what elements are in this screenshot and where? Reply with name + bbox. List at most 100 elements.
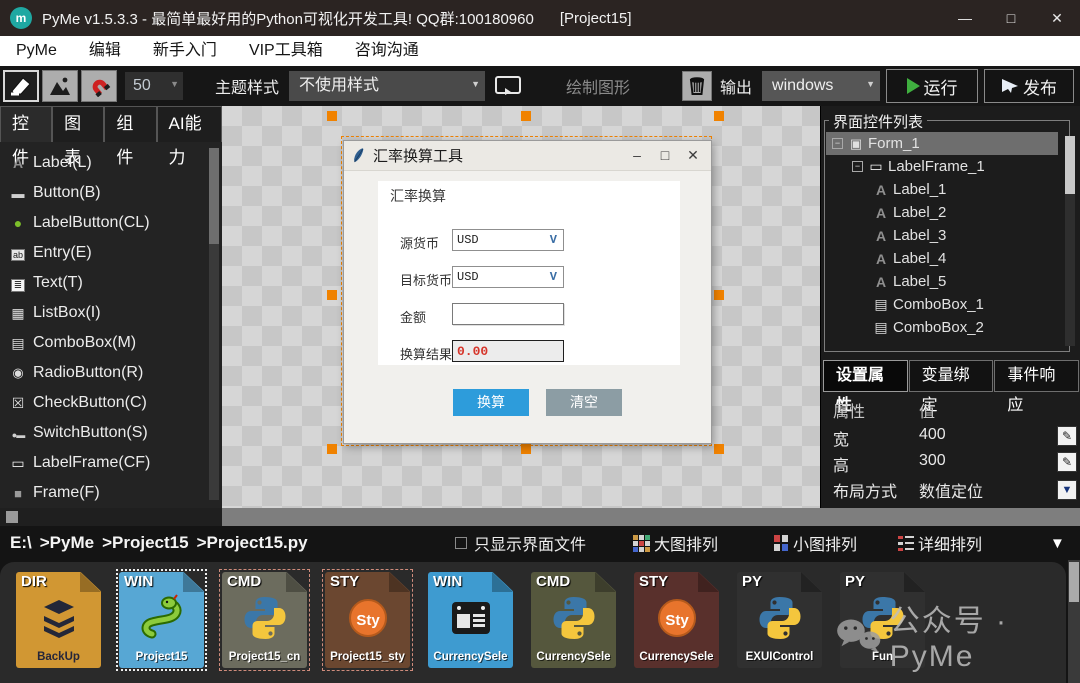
file-tile-Project15_sty[interactable]: STYProject15_sty <box>325 572 410 668</box>
widget-item-text[interactable]: Text(T) <box>0 268 206 298</box>
label-icon <box>872 182 890 198</box>
selection-handle[interactable] <box>714 290 724 300</box>
publish-button[interactable]: 发布 <box>984 69 1074 103</box>
sidebar-scrollbar[interactable] <box>209 148 219 500</box>
menu-item-咨询沟通[interactable]: 咨询沟通 <box>339 36 435 66</box>
preview-button[interactable] <box>488 70 528 102</box>
tree-expand-toggle[interactable]: − <box>852 161 863 172</box>
file-tile-label: BackUp <box>18 651 99 663</box>
tree-node-ComboBox_1[interactable]: ComboBox_1 <box>826 293 1058 316</box>
edit-height-button[interactable]: ✎ <box>1057 452 1077 472</box>
dialog-close-button[interactable]: ✕ <box>679 147 707 164</box>
design-canvas[interactable]: 汇率换算工具 – □ ✕ 汇率换算 源货币 USDV 目标货币 <box>222 106 820 508</box>
platform-combobox[interactable]: windows▼ <box>762 71 880 101</box>
widget-item-button[interactable]: Button(B) <box>0 178 206 208</box>
file-tile-Project15[interactable]: WINProject15 <box>119 572 204 668</box>
run-button[interactable]: 运行 <box>886 69 978 103</box>
minimize-button[interactable]: — <box>942 0 988 36</box>
package-icon <box>688 76 706 96</box>
spinner-arrow-icon[interactable]: ▼ <box>170 70 179 98</box>
file-tile-CurrencySele[interactable]: STYCurrencySele <box>634 572 719 668</box>
clear-button[interactable]: 清空 <box>546 389 622 416</box>
menu-item-编辑[interactable]: 编辑 <box>73 36 137 66</box>
selection-handle[interactable] <box>521 444 531 454</box>
canvas-hscrollbar[interactable] <box>222 508 1080 526</box>
image-button[interactable] <box>42 70 78 102</box>
target-currency-label: 目标货币 <box>400 270 452 289</box>
prop-tab-变量绑定[interactable]: 变量绑定 <box>909 360 994 392</box>
dialog-maximize-button[interactable]: □ <box>651 147 679 164</box>
selection-handle[interactable] <box>714 444 724 454</box>
menu-item-新手入门[interactable]: 新手入门 <box>137 36 233 66</box>
sidebar-tab-AI能力[interactable]: AI能力 <box>157 106 222 142</box>
grid-size-spinner[interactable]: 50▼ <box>125 72 183 100</box>
menu-item-VIP工具箱[interactable]: VIP工具箱 <box>233 36 339 66</box>
selection-handle[interactable] <box>714 111 724 121</box>
selection-handle[interactable] <box>327 111 337 121</box>
edit-width-button[interactable]: ✎ <box>1057 426 1077 446</box>
widget-item-labelframe[interactable]: LabelFrame(CF) <box>0 448 206 478</box>
theme-style-combobox[interactable]: 不使用样式▼ <box>289 71 485 101</box>
layout-dropdown-button[interactable]: ▼ <box>1057 480 1077 500</box>
file-tile-CurrencySele[interactable]: WINCurrencySele <box>428 572 513 668</box>
widget-item-label: Label(L) <box>33 154 92 172</box>
widget-item-label: RadioButton(R) <box>33 364 143 382</box>
tree-node-LabelFrame_1[interactable]: −LabelFrame_1 <box>826 155 1058 178</box>
tree-node-Label_5[interactable]: Label_5 <box>826 270 1058 293</box>
theme-style-value: 不使用样式 <box>299 77 379 94</box>
collapse-caret-icon[interactable]: ▼ <box>1050 526 1065 560</box>
draw-shape-label[interactable]: 绘制图形 <box>566 74 630 98</box>
close-button[interactable]: ✕ <box>1034 0 1080 36</box>
widget-item-check[interactable]: CheckButton(C) <box>0 388 206 418</box>
tree-node-Label_3[interactable]: Label_3 <box>826 224 1058 247</box>
breadcrumb-segment[interactable]: >Project15.py <box>197 533 308 553</box>
file-tile-CurrencySele[interactable]: CMDCurrencySele <box>531 572 616 668</box>
widget-item-listbox[interactable]: ListBox(I) <box>0 298 206 328</box>
widget-item-entry[interactable]: Entry(E) <box>0 238 206 268</box>
prop-tab-事件响应[interactable]: 事件响应 <box>994 360 1079 392</box>
view-detail-list-button[interactable]: 详细排列 <box>898 526 982 560</box>
breadcrumb-segment[interactable]: >Project15 <box>102 533 188 553</box>
file-tile-Project15_cn[interactable]: CMDProject15_cn <box>222 572 307 668</box>
widget-item-label[interactable]: Label(L) <box>0 148 206 178</box>
fill-style-button[interactable] <box>3 70 39 102</box>
widget-item-switch[interactable]: SwitchButton(S) <box>0 418 206 448</box>
prop-tab-设置属性[interactable]: 设置属性 <box>823 360 908 392</box>
tree-expand-toggle[interactable]: − <box>832 138 843 149</box>
magnet-snap-button[interactable] <box>81 70 117 102</box>
widget-item-frame[interactable]: Frame(F) <box>0 478 206 508</box>
tree-node-Form_1[interactable]: −Form_1 <box>826 132 1058 155</box>
view-large-icons-button[interactable]: 大图排列 <box>633 526 718 560</box>
maximize-button[interactable]: □ <box>988 0 1034 36</box>
file-tile-EXUIControl[interactable]: PYEXUIControl <box>737 572 822 668</box>
breadcrumb-segment[interactable]: E:\ <box>10 533 32 553</box>
designed-dialog[interactable]: 汇率换算工具 – □ ✕ 汇率换算 源货币 USDV 目标货币 <box>343 140 712 444</box>
tree-scrollbar[interactable] <box>1065 136 1075 346</box>
source-currency-combobox[interactable]: USDV <box>452 229 564 251</box>
magnet-icon <box>87 75 111 97</box>
tree-node-Label_2[interactable]: Label_2 <box>826 201 1058 224</box>
menu-item-PyMe[interactable]: PyMe <box>0 36 73 66</box>
selection-handle[interactable] <box>521 111 531 121</box>
widget-item-radio[interactable]: RadioButton(R) <box>0 358 206 388</box>
selection-handle[interactable] <box>327 290 337 300</box>
tree-node-ComboBox_2[interactable]: ComboBox_2 <box>826 316 1058 339</box>
target-currency-combobox[interactable]: USDV <box>452 266 564 288</box>
tree-node-Label_4[interactable]: Label_4 <box>826 247 1058 270</box>
sidebar-tab-组件[interactable]: 组件 <box>104 106 156 142</box>
file-tile-BackUp[interactable]: DIRBackUp <box>16 572 101 668</box>
breadcrumb-segment[interactable]: >PyMe <box>40 533 94 553</box>
widget-item-labelbutton[interactable]: LabelButton(CL) <box>0 208 206 238</box>
amount-entry[interactable] <box>452 303 564 325</box>
tree-node-Label_1[interactable]: Label_1 <box>826 178 1058 201</box>
window-project: [Project15] <box>560 10 632 27</box>
view-small-icons-button[interactable]: 小图排列 <box>774 526 857 560</box>
output-icon-button[interactable] <box>682 71 712 101</box>
convert-button[interactable]: 换算 <box>453 389 529 416</box>
ui-files-only-checkbox[interactable] <box>455 537 467 549</box>
sidebar-tab-图表[interactable]: 图表 <box>52 106 104 142</box>
sidebar-tab-控件[interactable]: 控件 <box>0 106 52 142</box>
widget-item-combobox[interactable]: ComboBox(M) <box>0 328 206 358</box>
selection-handle[interactable] <box>327 444 337 454</box>
dialog-minimize-button[interactable]: – <box>623 147 651 164</box>
